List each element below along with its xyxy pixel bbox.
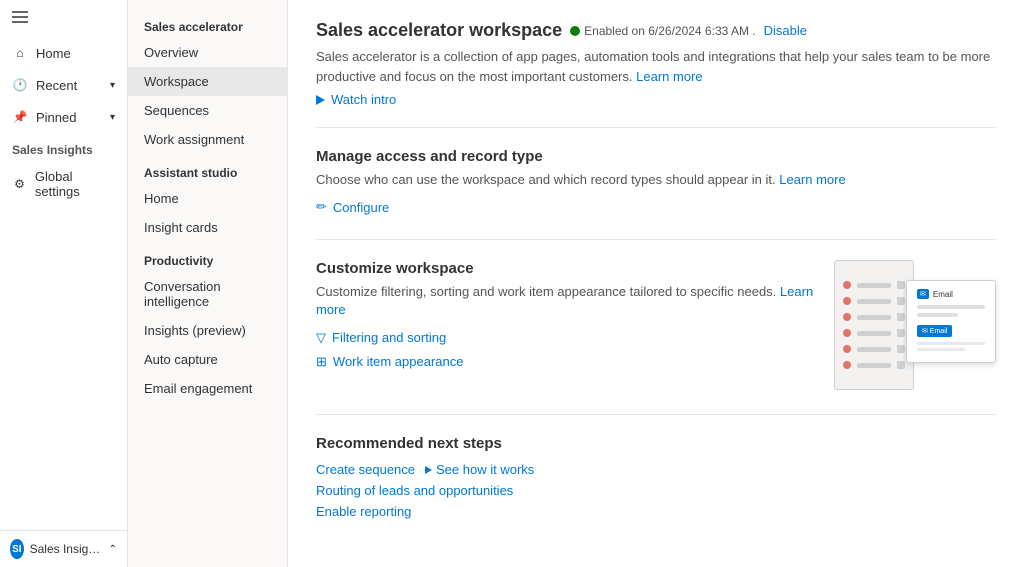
bottom-bar-chevron-icon: ⌃	[109, 544, 117, 555]
divider-2	[316, 239, 996, 240]
workspace-preview: ✉ Email ✉ Email	[834, 260, 996, 390]
work-item-appearance-link[interactable]: ⊞ Work item appearance	[316, 354, 818, 370]
email-line-3	[917, 342, 985, 345]
watch-intro-label: Watch intro	[331, 92, 396, 107]
filter-icon: ▽	[316, 330, 326, 346]
next-steps-title: Recommended next steps	[316, 435, 996, 452]
page-title: Sales accelerator workspace	[316, 20, 562, 41]
customize-workspace-section: Customize workspace Customize filtering,…	[316, 260, 996, 390]
left-navigation: ⌂ Home 🕐 Recent ▾ 📌 Pinned ▾ Sales Insig…	[0, 0, 128, 567]
mid-nav-overview[interactable]: Overview	[128, 38, 287, 67]
customize-left: Customize workspace Customize filtering,…	[316, 260, 818, 390]
avatar: SI	[10, 539, 24, 559]
email-preview-label: Email	[933, 290, 953, 299]
mid-nav-sequences[interactable]: Sequences	[128, 96, 287, 125]
create-sequence-row: Create sequence See how it works	[316, 462, 996, 477]
filtering-sorting-link[interactable]: ▽ Filtering and sorting	[316, 330, 818, 346]
home-icon: ⌂	[12, 45, 28, 61]
nav-global-settings[interactable]: ⚙ Global settings	[0, 161, 127, 207]
manage-access-title: Manage access and record type	[316, 148, 996, 165]
play-icon	[316, 95, 325, 105]
mid-nav-insight-cards[interactable]: Insight cards	[128, 213, 287, 242]
mid-nav-conversation-intelligence[interactable]: Conversation intelligence	[128, 272, 287, 316]
nav-home[interactable]: ⌂ Home	[0, 37, 127, 69]
mid-navigation: Sales accelerator Overview Workspace Seq…	[128, 0, 288, 567]
nav-pinned[interactable]: 📌 Pinned ▾	[0, 101, 127, 133]
customize-workspace-description: Customize filtering, sorting and work it…	[316, 283, 818, 319]
mid-nav-assistant-home[interactable]: Home	[128, 184, 287, 213]
pinned-chevron-icon: ▾	[110, 112, 115, 123]
enable-reporting-link[interactable]: Enable reporting	[316, 504, 996, 519]
page-header: Sales accelerator workspace Enabled on 6…	[316, 20, 996, 41]
preview-list-box	[834, 260, 914, 390]
page-description: Sales accelerator is a collection of app…	[316, 47, 996, 86]
description-learn-more-link[interactable]: Learn more	[636, 69, 702, 84]
recent-chevron-icon: ▾	[110, 80, 115, 91]
create-sequence-link[interactable]: Create sequence	[316, 462, 415, 477]
mid-nav-workspace[interactable]: Workspace	[128, 67, 287, 96]
manage-access-description: Choose who can use the workspace and whi…	[316, 171, 996, 189]
routing-link[interactable]: Routing of leads and opportunities	[316, 483, 996, 498]
assistant-studio-section: Assistant studio	[128, 154, 287, 184]
nav-recent[interactable]: 🕐 Recent ▾	[0, 69, 127, 101]
see-how-it-works-button[interactable]: See how it works	[425, 462, 534, 477]
email-line-4	[917, 348, 965, 351]
grid-icon: ⊞	[316, 354, 327, 370]
divider-3	[316, 414, 996, 415]
pinned-icon: 📌	[12, 109, 28, 125]
manage-access-learn-more-link[interactable]: Learn more	[779, 172, 845, 187]
sales-accelerator-section: Sales accelerator	[128, 8, 287, 38]
manage-access-section: Manage access and record type Choose who…	[316, 148, 996, 215]
pencil-icon: ✏	[316, 199, 327, 215]
status-badge: Enabled on 6/26/2024 6:33 AM .	[570, 24, 755, 38]
divider-1	[316, 127, 996, 128]
next-steps-section: Recommended next steps Create sequence S…	[316, 435, 996, 519]
small-play-icon	[425, 466, 432, 474]
sales-insights-section-label: Sales Insights	[0, 133, 127, 161]
settings-icon: ⚙	[12, 176, 27, 192]
mid-nav-auto-capture[interactable]: Auto capture	[128, 345, 287, 374]
bottom-bar[interactable]: SI Sales Insights sett... ⌃	[0, 530, 127, 567]
mid-nav-work-assignment[interactable]: Work assignment	[128, 125, 287, 154]
disable-link[interactable]: Disable	[764, 23, 807, 38]
email-line-2	[917, 313, 958, 317]
email-line-1	[917, 305, 985, 309]
mid-nav-insights-preview[interactable]: Insights (preview)	[128, 316, 287, 345]
status-text: Enabled on 6/26/2024 6:33 AM .	[584, 24, 755, 38]
email-icon: ✉	[917, 289, 929, 299]
configure-button[interactable]: ✏ Configure	[316, 199, 996, 215]
recent-icon: 🕐	[12, 77, 28, 93]
preview-email-card: ✉ Email ✉ Email	[906, 280, 996, 363]
main-content: Sales accelerator workspace Enabled on 6…	[288, 0, 1024, 567]
status-dot-icon	[570, 26, 580, 36]
watch-intro-button[interactable]: Watch intro	[316, 92, 996, 107]
hamburger-menu[interactable]	[0, 0, 127, 37]
mid-nav-email-engagement[interactable]: Email engagement	[128, 374, 287, 403]
email-action-btn: ✉ Email	[917, 325, 952, 337]
customize-workspace-title: Customize workspace	[316, 260, 818, 277]
bottom-bar-label: Sales Insights sett...	[30, 542, 103, 556]
productivity-section: Productivity	[128, 242, 287, 272]
